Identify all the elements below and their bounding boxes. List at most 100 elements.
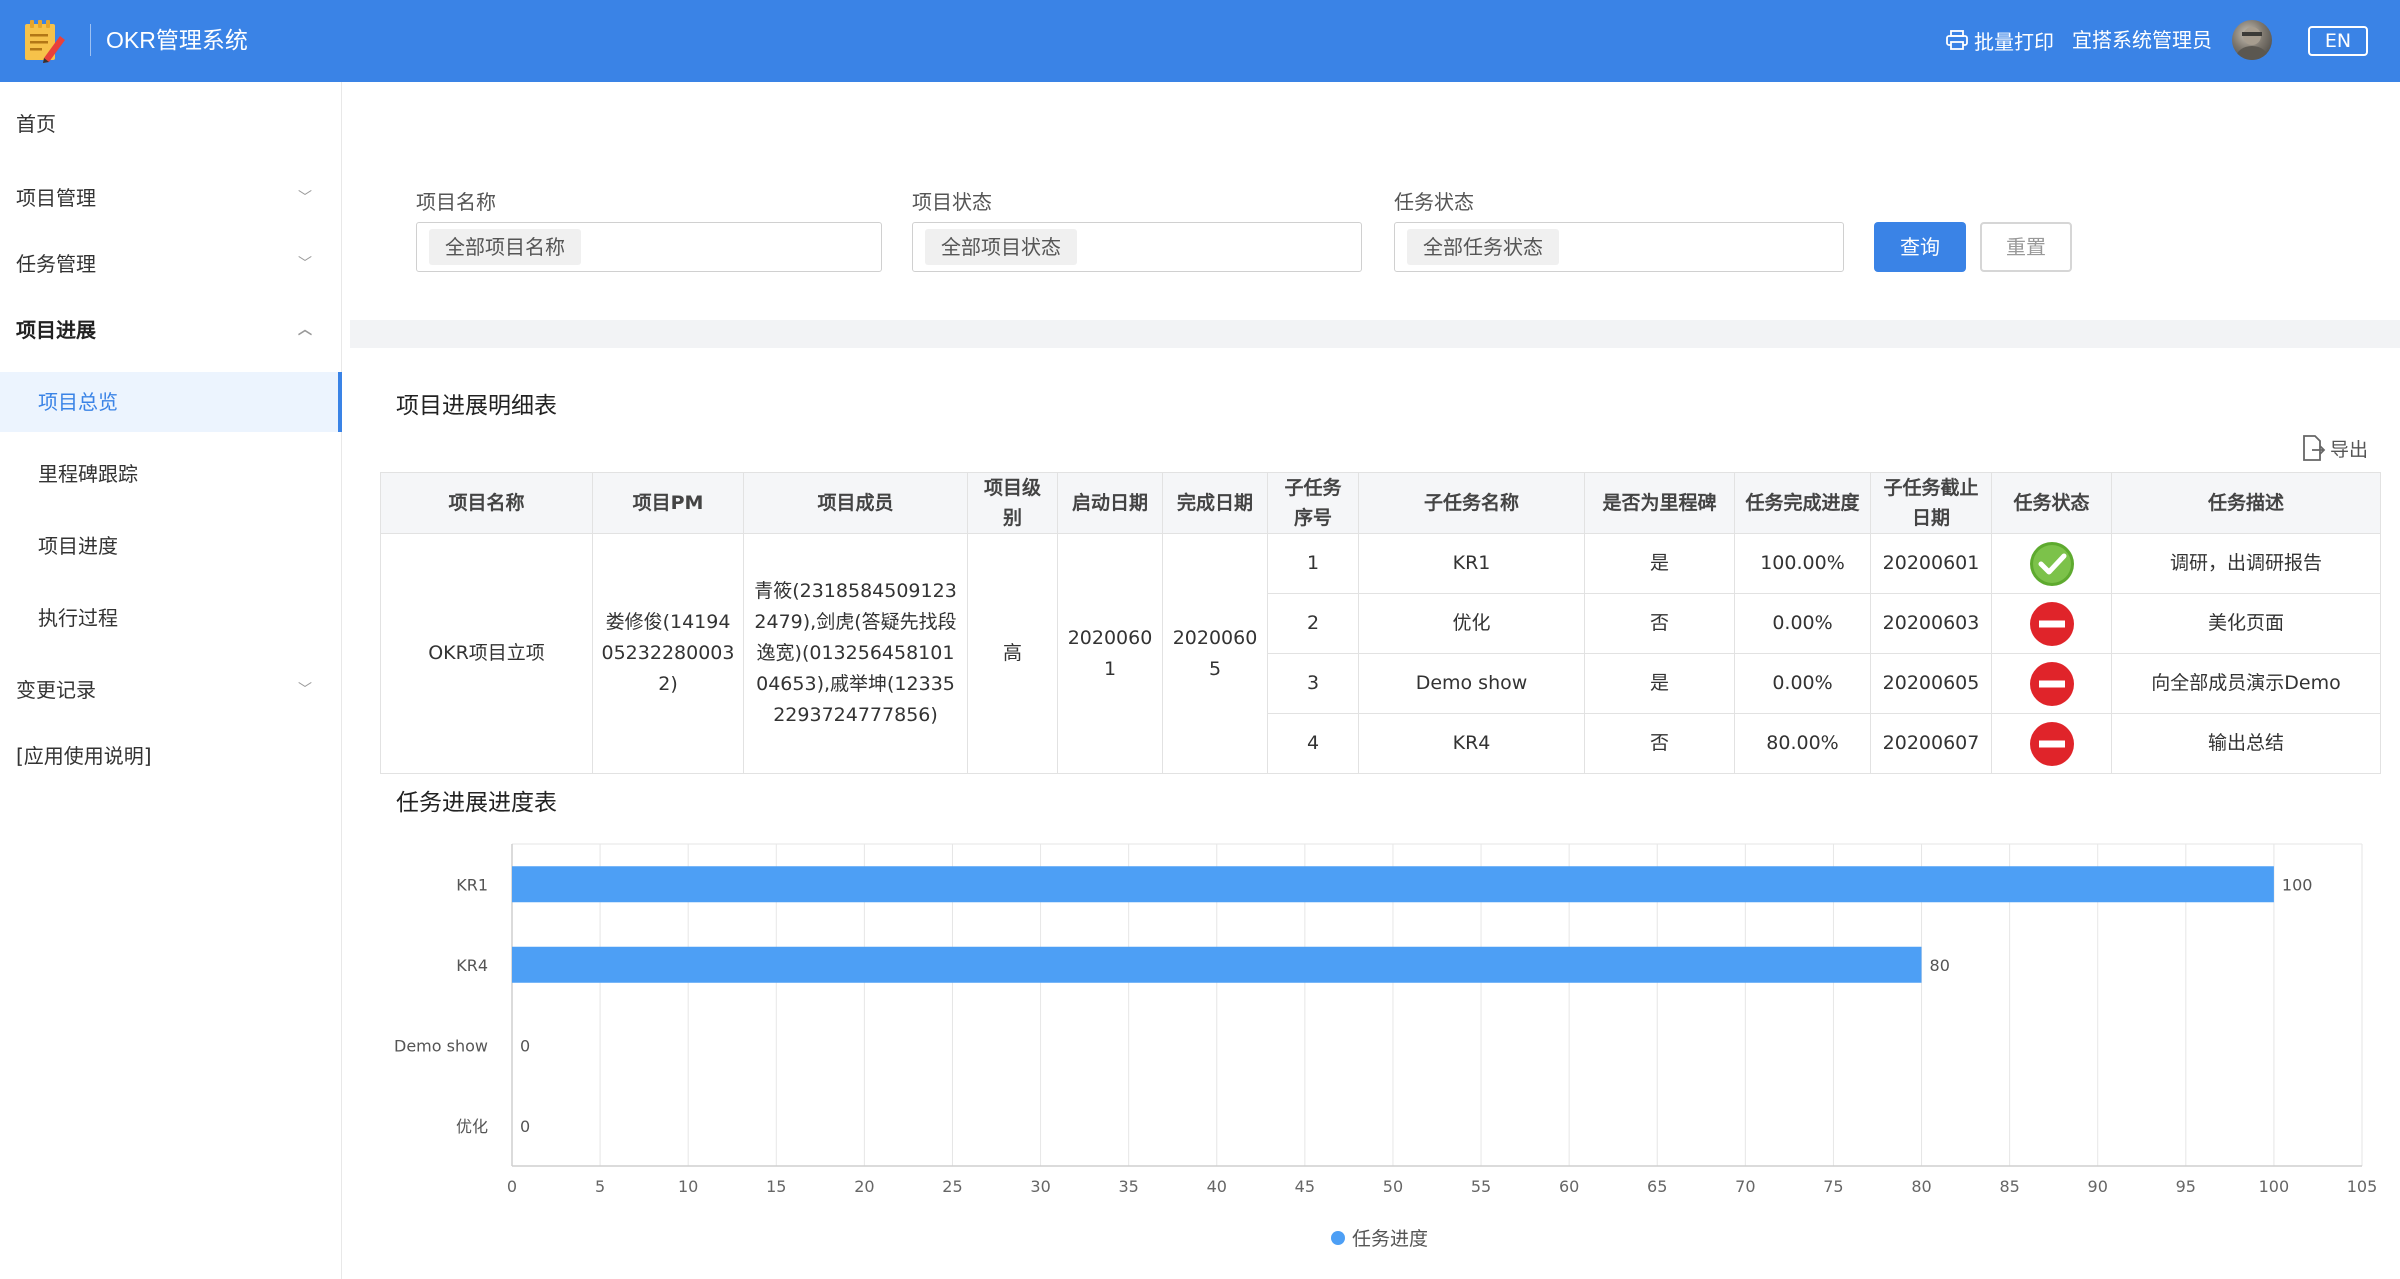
x-tick-label: 60 — [1559, 1177, 1579, 1196]
project-status-select[interactable]: 全部项目状态 — [912, 222, 1362, 272]
sidebar-item-milestone-tracking[interactable]: 里程碑跟踪 — [0, 444, 342, 504]
progress-cell: 0.00% — [1734, 653, 1871, 714]
batch-print-button[interactable]: 批量打印 — [1946, 24, 2054, 56]
chevron-up-icon: ︿ — [298, 322, 312, 338]
subtask-name-cell: KR4 — [1358, 713, 1585, 774]
sidebar-item-label: 里程碑跟踪 — [38, 462, 138, 486]
x-tick-label: 85 — [1999, 1177, 2019, 1196]
column-header: 任务描述 — [2111, 472, 2381, 534]
milestone-cell: 是 — [1584, 653, 1735, 714]
bar — [512, 946, 1922, 983]
x-tick-label: 5 — [595, 1177, 605, 1196]
x-tick-label: 75 — [1823, 1177, 1843, 1196]
language-toggle-button[interactable]: EN — [2308, 26, 2368, 56]
export-button[interactable]: 导出 — [2300, 432, 2368, 464]
subtask-seq-cell: 4 — [1267, 713, 1359, 774]
sidebar-item-label: 项目总览 — [38, 390, 118, 414]
column-header: 项目级别 — [967, 472, 1058, 534]
data-label: 100 — [2282, 875, 2313, 894]
column-header: 完成日期 — [1162, 472, 1268, 534]
project-pm-cell: 娄修俊(14194052322800032) — [592, 533, 744, 774]
sidebar-item-label: 项目进度 — [38, 534, 118, 558]
no-entry-icon — [2029, 601, 2074, 646]
y-category-label: Demo show — [394, 1036, 488, 1055]
status-cell — [1991, 713, 2112, 774]
task-status-filter-label: 任务状态 — [1394, 190, 1474, 214]
subtask-name-cell: KR1 — [1358, 533, 1585, 594]
x-tick-label: 45 — [1295, 1177, 1315, 1196]
legend-marker — [1331, 1231, 1345, 1245]
legend-label: 任务进度 — [1352, 1228, 1428, 1250]
sidebar-item-project-progress[interactable]: 项目进展 ︿ — [0, 300, 342, 360]
task-progress-bar-chart: 0 5 10 15 20 25 30 35 40 45 50 55 60 65 70 75 80 85 90 95 10… — [394, 843, 2378, 1250]
sidebar-item-label: 执行过程 — [38, 606, 118, 630]
x-tick-label: 100 — [2259, 1177, 2290, 1196]
deadline-cell: 20200603 — [1870, 593, 1992, 654]
header-divider — [90, 24, 91, 56]
export-icon — [2303, 435, 2326, 461]
start-date-cell: 20200601 — [1057, 533, 1163, 774]
sidebar-item-home[interactable]: 首页 — [0, 94, 342, 154]
column-header: 是否为里程碑 — [1584, 472, 1735, 534]
sidebar-item-label: 任务管理 — [16, 252, 96, 276]
project-members-cell: 青筱(23185845091232479),剑虎(答疑先找段逸宽)(013256… — [743, 533, 968, 774]
data-label: 80 — [1930, 956, 1950, 975]
description-cell: 美化页面 — [2111, 593, 2381, 654]
project-name-cell: OKR项目立项 — [380, 533, 593, 774]
description-cell: 调研，出调研报告 — [2111, 533, 2381, 594]
sidebar-item-change-log[interactable]: 变更记录 ﹀ — [0, 660, 342, 720]
progress-cell: 80.00% — [1734, 713, 1871, 774]
x-tick-label: 25 — [942, 1177, 962, 1196]
deadline-cell: 20200601 — [1870, 533, 1992, 594]
subtask-name-cell: Demo show — [1358, 653, 1585, 714]
sidebar-item-project-overview[interactable]: 项目总览 — [0, 372, 342, 432]
sidebar-item-project-schedule[interactable]: 项目进度 — [0, 516, 342, 576]
reset-button[interactable]: 重置 — [1980, 222, 2072, 272]
subtask-seq-cell: 3 — [1267, 653, 1359, 714]
export-label: 导出 — [2330, 438, 2369, 461]
status-cell — [1991, 653, 2112, 714]
x-tick-label: 0 — [507, 1177, 517, 1196]
user-name[interactable]: 宜搭系统管理员 — [2072, 24, 2212, 56]
x-tick-label: 50 — [1383, 1177, 1403, 1196]
chevron-down-icon: ﹀ — [298, 190, 312, 206]
printer-icon — [1946, 30, 1968, 50]
batch-print-label: 批量打印 — [1974, 29, 2054, 54]
x-tick-label: 90 — [2088, 1177, 2108, 1196]
top-header: OKR管理系统 批量打印 宜搭系统管理员 EN — [0, 0, 2400, 82]
task-status-select[interactable]: 全部任务状态 — [1394, 222, 1844, 272]
app-logo-icon — [22, 18, 66, 64]
status-cell — [1991, 593, 2112, 654]
milestone-cell: 否 — [1584, 713, 1735, 774]
subtask-seq-cell: 1 — [1267, 533, 1359, 594]
project-progress-table: 项目名称 项目PM 项目成员 项目级别 启动日期 完成日期 子任务序号 子任务名… — [380, 472, 2381, 774]
project-status-filter-label: 项目状态 — [912, 190, 992, 214]
x-tick-label: 105 — [2347, 1177, 2378, 1196]
column-header: 任务状态 — [1991, 472, 2112, 534]
sidebar-item-label: 首页 — [16, 112, 56, 136]
user-avatar[interactable] — [2232, 20, 2272, 60]
x-tick-label: 95 — [2176, 1177, 2196, 1196]
y-category-label: 优化 — [456, 1117, 488, 1136]
sidebar-item-project-management[interactable]: 项目管理 ﹀ — [0, 168, 342, 228]
end-date-cell: 20200605 — [1162, 533, 1268, 774]
sidebar-item-task-management[interactable]: 任务管理 ﹀ — [0, 234, 342, 294]
sidebar-item-execution-process[interactable]: 执行过程 — [0, 588, 342, 648]
check-circle-icon — [2029, 541, 2074, 586]
column-header: 子任务截止日期 — [1870, 472, 1992, 534]
x-tick-label: 80 — [1911, 1177, 1931, 1196]
project-level-cell: 高 — [967, 533, 1058, 774]
column-header: 任务完成进度 — [1734, 472, 1871, 534]
x-tick-label: 70 — [1735, 1177, 1755, 1196]
column-header: 项目名称 — [380, 472, 593, 534]
data-label: 0 — [520, 1036, 530, 1055]
query-button[interactable]: 查询 — [1874, 222, 1966, 272]
x-tick-label: 20 — [854, 1177, 874, 1196]
description-cell: 输出总结 — [2111, 713, 2381, 774]
deadline-cell: 20200607 — [1870, 713, 1992, 774]
no-entry-icon — [2029, 721, 2074, 766]
chevron-down-icon: ﹀ — [298, 256, 312, 272]
x-tick-label: 30 — [1030, 1177, 1050, 1196]
project-name-select[interactable]: 全部项目名称 — [416, 222, 882, 272]
sidebar-item-app-guide[interactable]: [应用使用说明] — [0, 726, 342, 786]
